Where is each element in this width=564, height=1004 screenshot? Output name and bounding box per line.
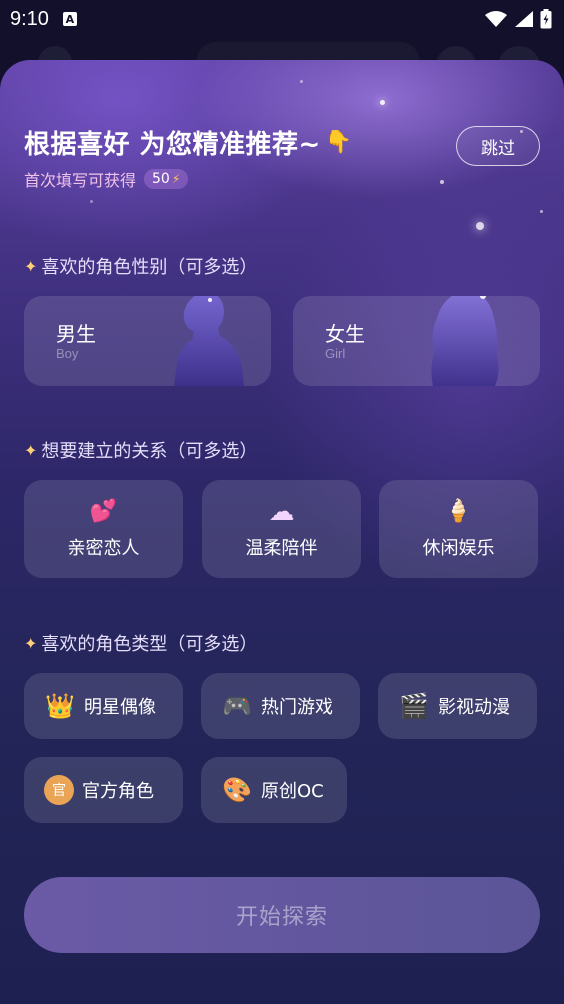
start-explore-button[interactable]: 开始探索 [24, 877, 540, 953]
status-time: 9:10 [10, 7, 49, 30]
gender-girl-label: 女生 [325, 322, 365, 346]
page-title-text: 根据喜好 为您精准推荐~ [24, 130, 321, 160]
sparkle-icon: ✦ [24, 440, 38, 460]
first-fill-reward: 首次填写可获得 50 ⚡ [24, 167, 189, 191]
palette-icon: 🎨 [222, 776, 252, 804]
gender-boy-label: 男生 [56, 322, 96, 346]
status-icons [484, 9, 552, 29]
lightning-icon: ⚡ [171, 172, 181, 186]
app-notification-icon: A [62, 12, 77, 26]
pointing-down-hand-icon: 👇 [324, 130, 353, 155]
ice-cream-icon: 🍦 [444, 499, 473, 524]
relationship-option-companion[interactable]: ☁ 温柔陪伴 [202, 480, 361, 578]
cloud-icon: ☁ [268, 497, 295, 527]
relationship-option-leisure[interactable]: 🍦 休闲娱乐 [379, 480, 538, 578]
gamepad-icon: 🎮 [222, 692, 252, 720]
sparkle-icon: ✦ [24, 256, 38, 276]
relationship-lover-label: 亲密恋人 [67, 538, 140, 559]
role-type-game-label: 热门游戏 [261, 697, 333, 718]
gender-boy-en-label: Boy [56, 346, 79, 361]
reward-badge: 50 ⚡ [144, 169, 189, 189]
relationship-companion-label: 温柔陪伴 [245, 538, 318, 559]
relationship-leisure-label: 休闲娱乐 [422, 538, 495, 559]
role-type-idol-label: 明星偶像 [84, 697, 156, 718]
signal-icon [515, 11, 533, 27]
role-type-game[interactable]: 🎮 热门游戏 [201, 673, 360, 739]
crown-icon: 👑 [45, 692, 75, 720]
clapperboard-icon: 🎬 [399, 692, 429, 720]
role-type-film[interactable]: 🎬 影视动漫 [378, 673, 537, 739]
role-type-idol[interactable]: 👑 明星偶像 [24, 673, 183, 739]
status-bar: 9:10 A [0, 0, 564, 38]
page-title: 根据喜好 为您精准推荐~ 👇 [24, 124, 353, 161]
role-type-film-label: 影视动漫 [438, 697, 510, 718]
gender-option-girl[interactable]: 女生 Girl [293, 296, 540, 386]
role-type-original-label: 原创OC [261, 781, 324, 802]
role-type-original[interactable]: 🎨 原创OC [201, 757, 347, 823]
relationship-section-label: 想要建立的关系（可多选） [41, 441, 258, 462]
wifi-icon [485, 11, 507, 27]
reward-value: 50 [152, 171, 170, 187]
hearts-icon: 💕 [89, 499, 118, 524]
relationship-option-lover[interactable]: 💕 亲密恋人 [24, 480, 183, 578]
gender-girl-en-label: Girl [325, 346, 346, 361]
preference-sheet: 根据喜好 为您精准推荐~ 👇 首次填写可获得 50 ⚡ 跳过 ✦ 喜欢的角色性别… [0, 60, 564, 1004]
gender-section-label: 喜欢的角色性别（可多选） [41, 257, 258, 278]
role-type-official[interactable]: 官 官方角色 [24, 757, 183, 823]
sparkle-icon: ✦ [24, 633, 38, 653]
official-badge-icon: 官 [44, 775, 74, 805]
role-type-official-label: 官方角色 [82, 781, 154, 802]
gender-section-title: ✦ 喜欢的角色性别（可多选） [24, 253, 257, 279]
relationship-section-title: ✦ 想要建立的关系（可多选） [24, 437, 257, 463]
skip-button[interactable]: 跳过 [456, 126, 540, 166]
gender-option-boy[interactable]: 男生 Boy [24, 296, 271, 386]
battery-icon [540, 9, 552, 29]
reward-text: 首次填写可获得 [24, 171, 137, 190]
role-type-section-label: 喜欢的角色类型（可多选） [41, 634, 258, 655]
role-type-section-title: ✦ 喜欢的角色类型（可多选） [24, 630, 257, 656]
